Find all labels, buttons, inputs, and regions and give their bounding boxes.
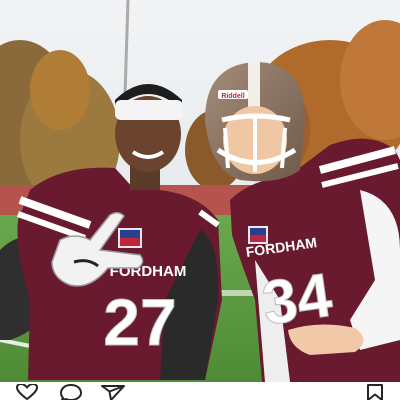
- comment-button[interactable]: [58, 384, 84, 400]
- left-jersey-number: 27: [103, 285, 176, 359]
- headband: [115, 100, 183, 120]
- speech-bubble-icon: [59, 384, 83, 400]
- save-button[interactable]: [362, 384, 388, 400]
- bookmark-outline-icon: [365, 384, 385, 400]
- helmet-decal: Riddell: [221, 93, 244, 100]
- heart-outline-icon: [15, 384, 39, 400]
- paper-plane-icon: [100, 384, 126, 400]
- post-photo[interactable]: FORDHAM 27 FORDHAM 34 Riddell: [0, 0, 400, 382]
- like-button[interactable]: [14, 384, 40, 400]
- share-button[interactable]: [100, 384, 126, 400]
- helmet: Riddell: [205, 62, 305, 182]
- post-action-bar: [0, 382, 400, 400]
